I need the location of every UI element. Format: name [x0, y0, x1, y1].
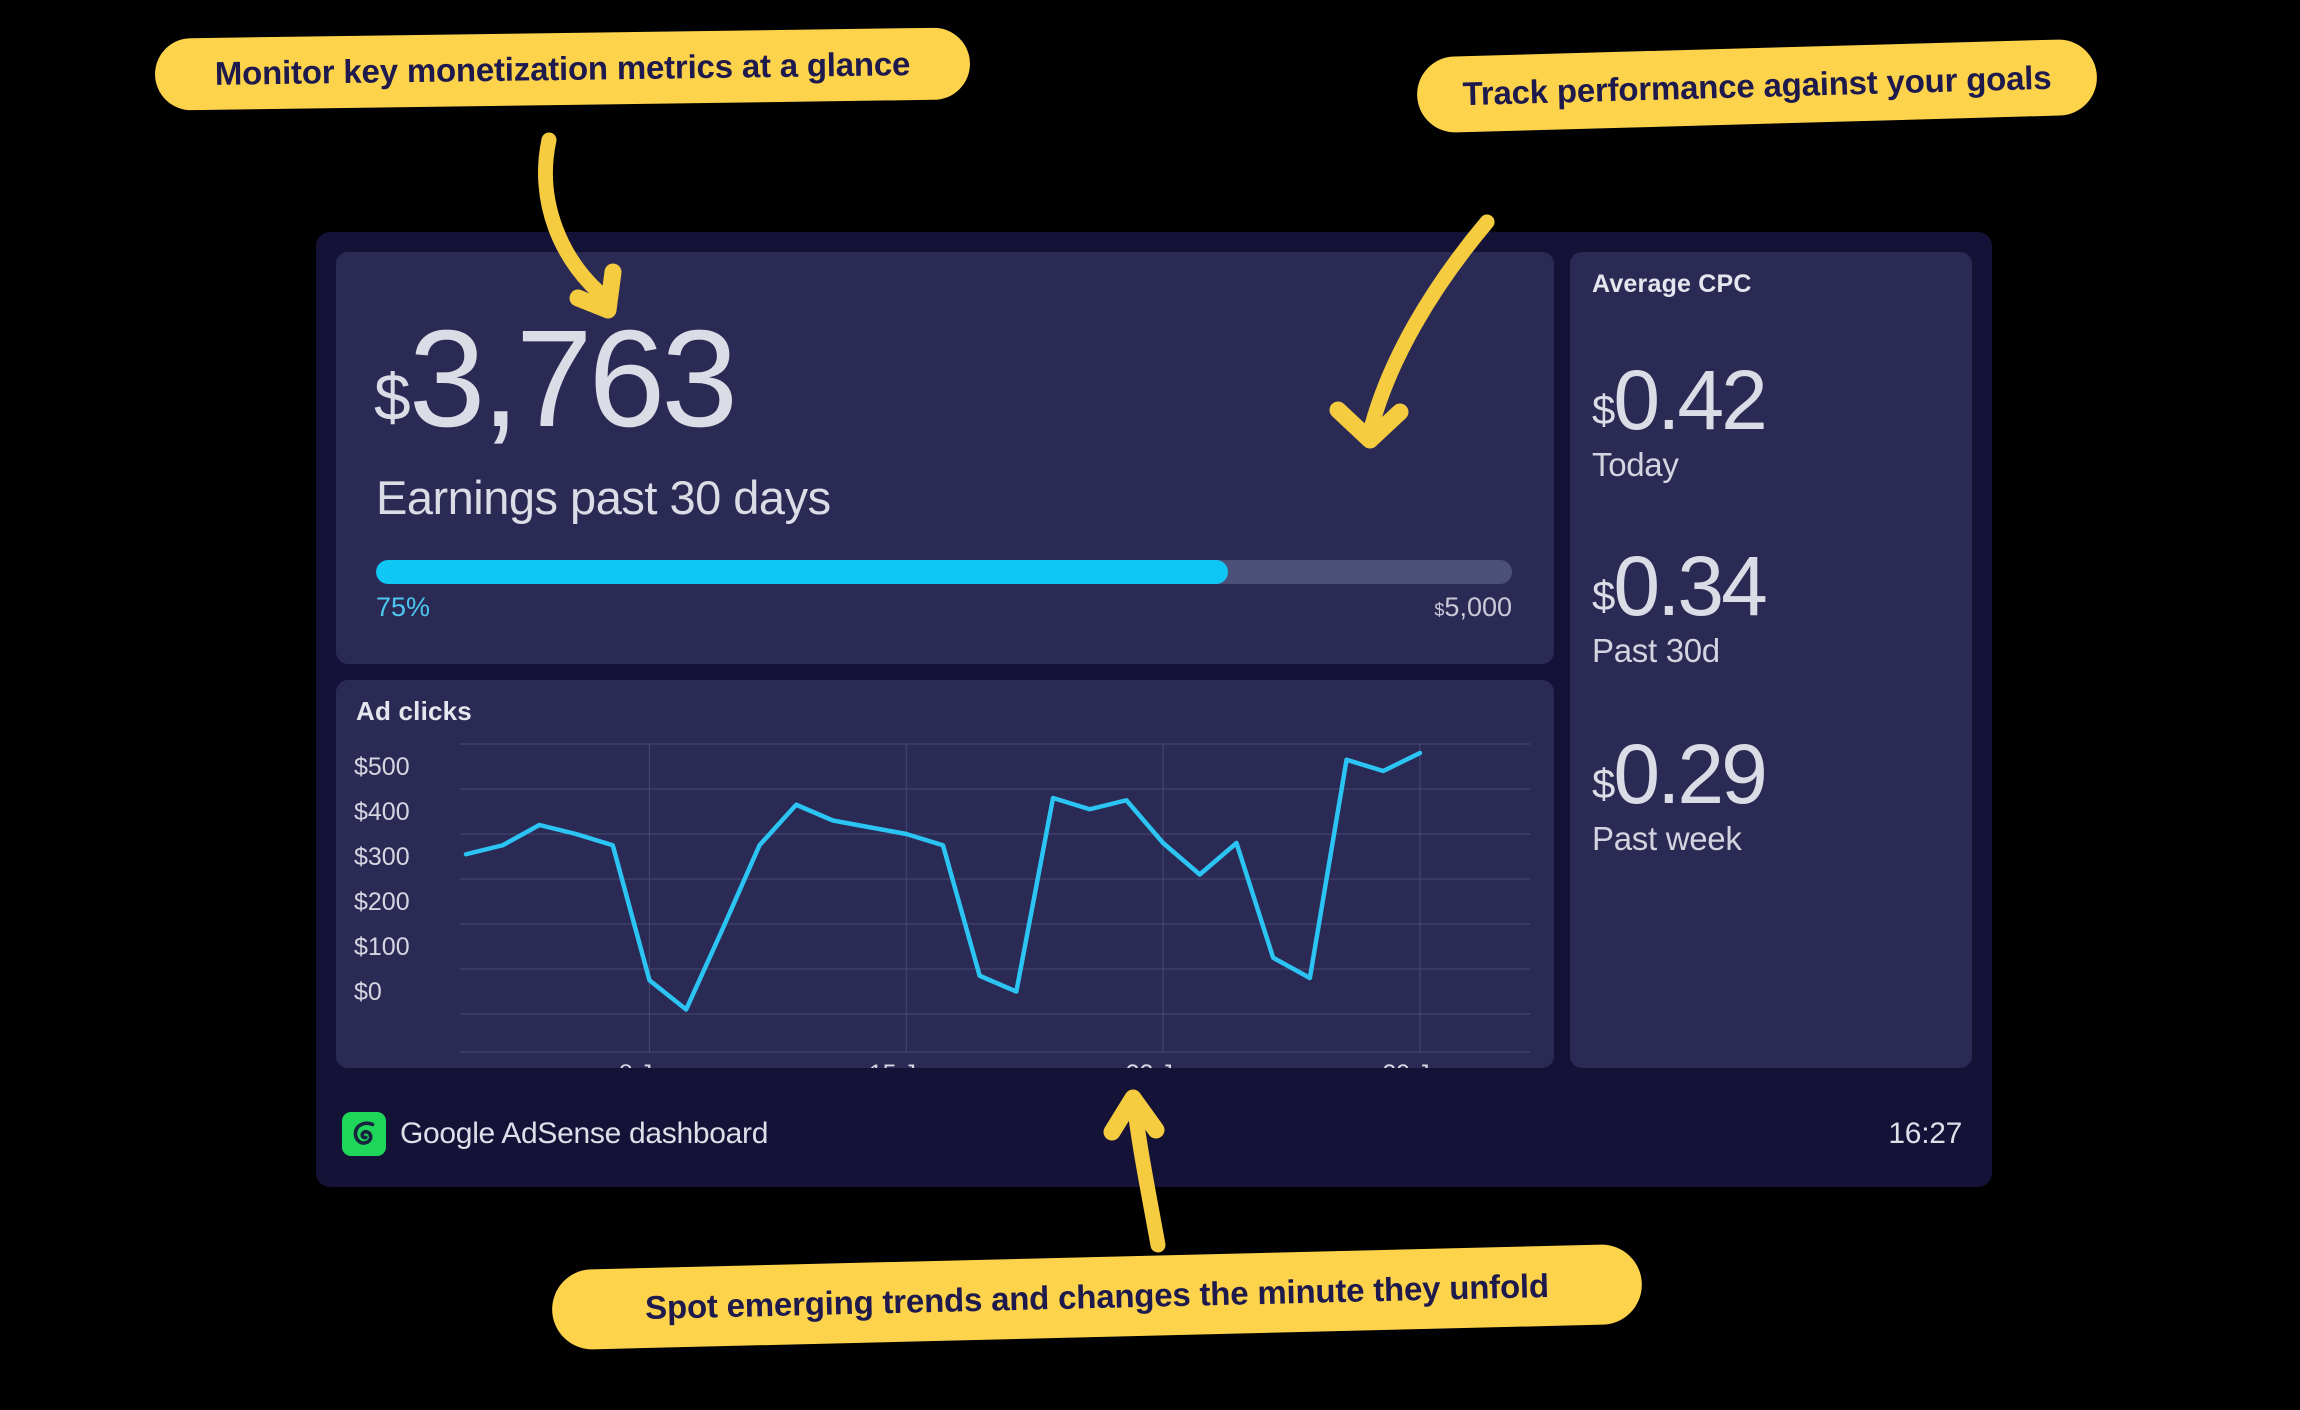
screenshot-root: $ 3,763 Earnings past 30 days 75% $5,000 — [0, 0, 2300, 1410]
progress-meta: 75% $5,000 — [376, 592, 1512, 623]
progress-goal-label: $5,000 — [1434, 592, 1512, 623]
dashboard-window: $ 3,763 Earnings past 30 days 75% $5,000 — [316, 232, 1992, 1187]
callout-monitor-metrics: Monitor key monetization metrics at a gl… — [154, 27, 971, 111]
taskbar-app-label: Google AdSense dashboard — [400, 1117, 769, 1150]
earnings-card[interactable]: $ 3,763 Earnings past 30 days 75% $5,000 — [336, 252, 1554, 664]
cpc-amount: 0.34 — [1613, 539, 1767, 633]
cpc-caption-past-30d: Past 30d — [1592, 632, 1720, 669]
cpc-amount: 0.29 — [1613, 727, 1767, 821]
line-chart-svg: $600$500$400$300$200$100$08 Jan15 Jan22 … — [354, 743, 1530, 1068]
earnings-label: Earnings past 30 days — [376, 471, 831, 524]
cpc-currency-symbol: $ — [1592, 386, 1615, 433]
cpc-amount: 0.42 — [1613, 353, 1767, 447]
progress-track — [376, 560, 1512, 584]
cpc-metric-past-week: $ 0.29 Past week — [1592, 727, 1768, 858]
y-axis-tick-label: $500 — [354, 753, 410, 781]
y-axis-tick-label: $100 — [354, 933, 410, 961]
ad-clicks-title: Ad clicks — [356, 696, 472, 726]
cpc-metric-past-30d: $ 0.34 Past 30d — [1592, 539, 1768, 670]
cpc-currency-symbol: $ — [1592, 760, 1615, 807]
earnings-amount-value: 3,763 — [408, 302, 738, 456]
cpc-metric-today: $ 0.42 Today — [1592, 353, 1768, 484]
ad-clicks-chart[interactable]: $600$500$400$300$200$100$08 Jan15 Jan22 … — [336, 738, 1554, 1068]
y-axis-tick-label: $200 — [354, 888, 410, 916]
x-axis-tick-label: 8 Jan — [619, 1060, 680, 1068]
progress-fill — [376, 560, 1228, 584]
progress-goal-currency-symbol: $ — [1434, 600, 1445, 620]
adsense-icon — [342, 1112, 386, 1156]
taskbar-app[interactable]: Google AdSense dashboard — [342, 1112, 768, 1156]
earnings-card-content: $ 3,763 Earnings past 30 days 75% $5,000 — [356, 252, 1534, 664]
cpc-caption-today: Today — [1592, 446, 1679, 483]
average-cpc-title: Average CPC — [1592, 270, 1752, 298]
cpc-value-past-30d: $ 0.34 — [1592, 539, 1768, 633]
y-axis-tick-label: $300 — [354, 843, 410, 871]
progress-goal-value: 5,000 — [1444, 592, 1512, 622]
taskbar-clock: 16:27 — [1888, 1117, 1962, 1150]
x-axis-tick-label: 29 Jan — [1382, 1060, 1457, 1068]
y-axis-tick-label: $0 — [354, 978, 382, 1006]
callout-track-performance: Track performance against your goals — [1416, 38, 2098, 134]
taskbar: Google AdSense dashboard 16:27 — [316, 1081, 1992, 1187]
callout-spot-trends: Spot emerging trends and changes the min… — [551, 1243, 1643, 1351]
cpc-value-today: $ 0.42 — [1592, 353, 1768, 447]
progress-percent-label: 75% — [376, 592, 431, 622]
ad-clicks-card[interactable]: Ad clicks $600$500$400$300$200$100$08 Ja… — [336, 680, 1554, 1068]
average-cpc-card[interactable]: Average CPC $ 0.42 Today $ 0.34 Past 30d… — [1570, 252, 1972, 1068]
cpc-caption-past-week: Past week — [1592, 820, 1742, 857]
cpc-value-past-week: $ 0.29 — [1592, 727, 1768, 821]
chart-series-line — [463, 750, 1423, 1012]
earnings-goal-progress[interactable]: 75% $5,000 — [376, 560, 1512, 623]
x-axis-tick-label: 22 Jan — [1126, 1060, 1201, 1068]
cpc-currency-symbol: $ — [1592, 572, 1615, 619]
earnings-currency-symbol: $ — [374, 360, 411, 434]
x-axis-tick-label: 15 Jan — [869, 1060, 944, 1068]
earnings-amount: $ 3,763 — [374, 302, 738, 456]
y-axis-tick-label: $400 — [354, 798, 410, 826]
